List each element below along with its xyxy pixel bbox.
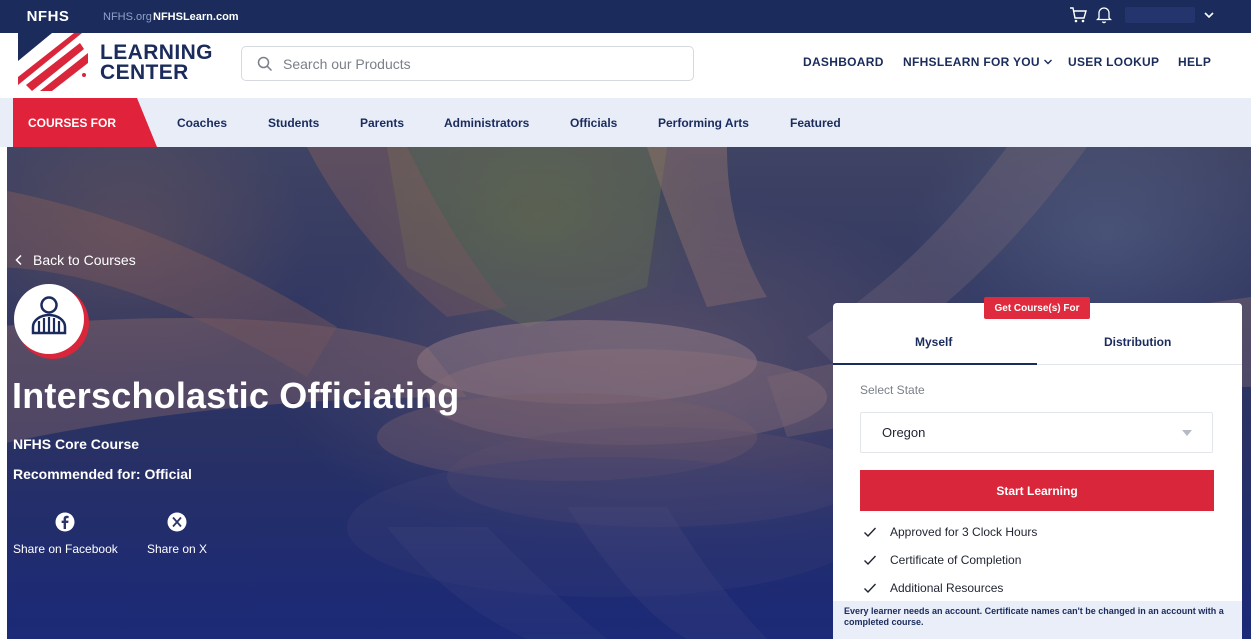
nav-user-lookup-label: USER LOOKUP — [1068, 55, 1160, 69]
feature-item: Certificate of Completion — [863, 546, 1037, 574]
tab-myself[interactable]: Myself — [915, 335, 952, 349]
course-subtitle: NFHS Core Course — [13, 436, 140, 452]
feature-label: Approved for 3 Clock Hours — [890, 525, 1038, 539]
feature-label: Additional Resources — [890, 581, 1004, 595]
chevron-left-icon — [15, 254, 22, 266]
back-to-courses-link[interactable]: Back to Courses — [14, 252, 136, 268]
category-parents[interactable]: Parents — [360, 116, 404, 130]
logo-line-1: LEARNING — [100, 41, 213, 64]
nav-dashboard-label: DASHBOARD — [803, 55, 884, 69]
search-icon — [257, 56, 273, 71]
category-coaches[interactable]: Coaches — [177, 116, 227, 130]
nfhs-flag-logo-icon[interactable] — [18, 33, 88, 91]
caret-down-icon — [1182, 430, 1192, 436]
get-courses-for-tag: Get Course(s) For — [984, 297, 1090, 319]
share-facebook-label: Share on Facebook — [13, 542, 118, 556]
courses-for-label-block: COURSES FOR — [13, 98, 157, 147]
cart-icon[interactable] — [1069, 4, 1087, 24]
select-state-label: Select State — [860, 383, 925, 397]
x-logo-icon — [167, 512, 187, 532]
active-tab-indicator — [833, 363, 1037, 365]
checkmark-icon — [864, 555, 877, 566]
nav-dashboard[interactable]: DASHBOARD — [803, 55, 884, 69]
category-featured[interactable]: Featured — [790, 116, 841, 130]
back-to-courses-label: Back to Courses — [33, 252, 136, 268]
tab-distribution[interactable]: Distribution — [1104, 335, 1171, 349]
courses-for-label: COURSES FOR — [28, 116, 117, 130]
share-x-label: Share on X — [147, 542, 208, 556]
nav-help-label: HELP — [1178, 55, 1212, 69]
site-header: LEARNING CENTER DASHBOARD NFHSLEARN FOR … — [0, 33, 1251, 98]
course-title: Interscholastic Officiating — [12, 375, 460, 416]
bell-icon[interactable] — [1096, 4, 1112, 24]
start-learning-button[interactable]: Start Learning — [860, 470, 1214, 511]
facebook-icon — [55, 512, 75, 532]
share-x-button[interactable]: Share on X — [147, 512, 207, 556]
official-course-icon — [14, 284, 89, 359]
category-students[interactable]: Students — [268, 116, 319, 130]
feature-label: Certificate of Completion — [890, 553, 1022, 567]
account-notice: Every learner needs an account. Certific… — [833, 601, 1242, 639]
state-select[interactable]: Oregon — [860, 412, 1213, 453]
logo-line-2: CENTER — [100, 61, 189, 84]
nfhs-org-link[interactable]: NFHS.org — [103, 11, 152, 23]
state-select-value: Oregon — [882, 425, 926, 440]
category-administrators[interactable]: Administrators — [444, 116, 529, 130]
checkmark-icon — [864, 527, 877, 538]
learning-center-logo-text[interactable]: LEARNING CENTER — [100, 41, 213, 84]
nav-nfhslearn-for-you-label: NFHSLEARN FOR YOU — [903, 55, 1040, 69]
top-utility-bar: NFHS NFHS.org NFHSLearn.com — [0, 0, 1251, 33]
nav-user-lookup[interactable]: USER LOOKUP — [1068, 55, 1159, 69]
search-input[interactable] — [283, 55, 683, 72]
account-menu[interactable] — [1125, 7, 1195, 23]
feature-list: Approved for 3 Clock Hours Certificate o… — [863, 518, 1037, 602]
chevron-down-icon — [1043, 59, 1052, 65]
share-facebook-button[interactable]: Share on Facebook — [13, 512, 118, 556]
category-performing-arts[interactable]: Performing Arts — [658, 116, 749, 130]
category-bar: COURSES FOR Coaches Students Parents Adm… — [0, 98, 1251, 147]
checkmark-icon — [864, 583, 877, 594]
feature-item: Approved for 3 Clock Hours — [863, 518, 1037, 546]
chevron-down-icon[interactable] — [1203, 9, 1215, 21]
feature-item: Additional Resources — [863, 574, 1037, 602]
nfhs-brand-badge[interactable]: NFHS — [14, 5, 82, 27]
nfhslearn-link[interactable]: NFHSLearn.com — [153, 11, 239, 23]
nav-help[interactable]: HELP — [1178, 55, 1211, 69]
nav-nfhslearn-for-you[interactable]: NFHSLEARN FOR YOU — [903, 55, 1053, 69]
category-officials[interactable]: Officials — [570, 116, 617, 130]
search-box[interactable] — [241, 46, 694, 81]
purchase-tabs: Myself Distribution — [833, 325, 1242, 365]
purchase-card: Get Course(s) For Myself Distribution Se… — [833, 297, 1242, 639]
course-recommended-for: Recommended for: Official — [13, 466, 192, 482]
